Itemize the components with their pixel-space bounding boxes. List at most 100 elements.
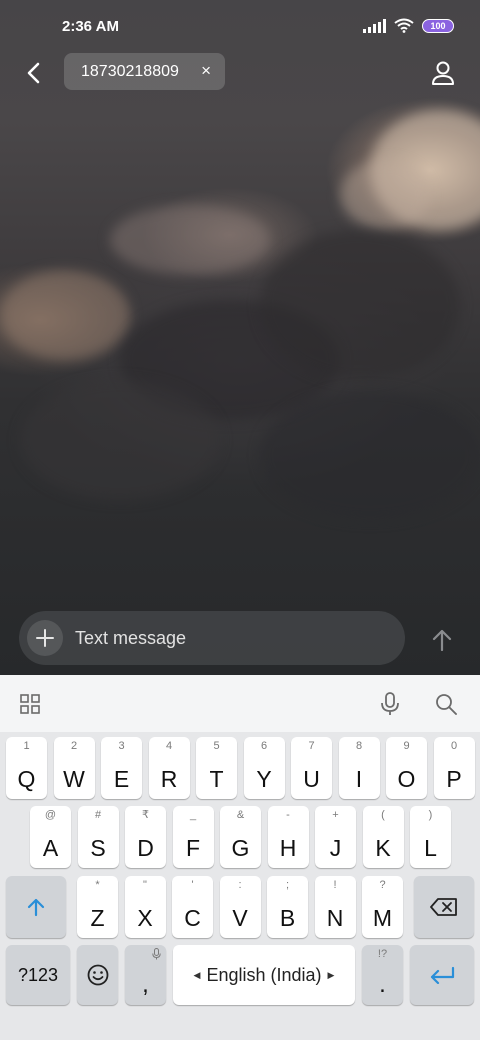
microphone-icon [381,692,399,715]
period-key[interactable]: !? . [362,945,403,1005]
period-key-hint: !? [377,948,388,960]
back-button[interactable] [16,56,50,90]
key-hint: ! [333,879,337,891]
key-v[interactable]: :V [219,876,261,938]
battery-icon: 100 [422,18,454,33]
comma-key-label: , [142,971,149,998]
signal-icon [363,18,386,33]
grid-icon [20,694,40,714]
key-hint: + [332,809,339,821]
key-hint: ) [428,809,433,821]
symbols-key-label: ?123 [17,964,59,985]
key-hint: - [286,809,290,821]
key-label: B [279,905,296,931]
keyboard: 1 Q 2 W 3 E 4 R 5 T 6 Y 7 U 8 I 9 O 0 P @ A # S ₹ D _ F & G - H + J(K) L * Z… [0,675,480,1040]
key-label: A [42,835,59,861]
key-label: H [279,835,297,861]
key-a[interactable]: @ A [30,806,71,868]
attach-button[interactable] [27,620,63,656]
key-label: W [63,766,85,792]
key-o[interactable]: 9O [386,737,427,799]
key-label: D [137,835,154,861]
key-l[interactable]: ) L [410,806,451,868]
key-hint: ? [379,879,386,891]
key-label: X [137,905,153,931]
contact-button[interactable] [426,56,460,90]
key-g[interactable]: & G [220,806,261,868]
key-label: G [231,835,250,861]
battery-level: 100 [430,20,446,31]
key-label: C [184,905,201,931]
key-e[interactable]: 3E [101,737,142,799]
key-hint: : [238,879,242,891]
keyboard-toolbar [0,675,480,732]
language-left-icon: ◀ [193,969,201,980]
wifi-icon [394,18,414,33]
key-s[interactable]: # S [77,806,119,868]
backspace-key[interactable] [414,876,474,938]
keyboard-menu-button[interactable] [15,689,45,719]
key-n[interactable]: ! N [314,876,356,938]
send-button[interactable] [424,622,460,658]
key-f[interactable]: _ F [172,806,214,868]
status-bar: 2:36 AM 100 [0,0,480,56]
key-x[interactable]: " X [124,876,166,938]
key-t[interactable]: 5T [196,737,237,799]
key-j[interactable]: + J [315,806,356,868]
key-k[interactable]: (K [362,806,404,868]
key-y[interactable]: 6Y [243,737,285,799]
key-label: J [329,835,342,861]
recipient-chip[interactable]: 18730218809 × [64,53,225,90]
remove-recipient-button[interactable]: × [201,62,211,80]
chat-wallpaper [0,0,480,675]
key-c[interactable]: ' C [172,876,213,938]
key-hint: 3 [118,740,125,752]
key-label: K [375,835,391,861]
plus-icon [36,629,54,647]
chevron-left-icon [27,62,40,84]
space-key[interactable]: ◀ English (India) ▶ [173,945,355,1005]
key-hint: " [143,879,147,891]
compose-bar [19,611,405,665]
language-right-icon: ▶ [327,969,335,980]
status-icons: 100 [363,18,454,33]
key-w[interactable]: 2W [53,737,95,799]
key-q[interactable]: 1Q [6,737,47,799]
key-r[interactable]: 4R [148,737,190,799]
key-i[interactable]: 8I [338,737,380,799]
key-hint: 1 [23,740,30,752]
keyboard-search-button[interactable] [431,689,461,719]
comma-key[interactable]: , [125,945,166,1005]
shift-key[interactable] [6,876,66,938]
message-input[interactable] [75,611,395,665]
key-d[interactable]: ₹ D [125,806,166,868]
key-m[interactable]: ? M [362,876,403,938]
key-hint: 6 [260,740,268,752]
key-b[interactable]: ; B [267,876,308,938]
enter-key[interactable] [410,945,474,1005]
arrow-up-icon [432,629,452,651]
key-p[interactable]: 0P [433,737,475,799]
key-z[interactable]: * Z [77,876,118,938]
key-hint: _ [189,809,197,821]
key-label: S [90,835,106,861]
key-u[interactable]: 7U [291,737,332,799]
shift-arrow-icon [27,898,45,917]
key-hint: ; [285,879,290,891]
key-label: T [209,766,224,792]
key-hint: 0 [450,740,458,752]
status-time: 2:36 AM [62,18,119,35]
key-hint: ( [381,809,385,821]
backspace-icon [430,898,457,916]
key-label: P [446,766,462,792]
key-hint: 5 [213,740,220,752]
voice-input-button[interactable] [375,689,405,719]
messaging-screen: 2:36 AM 100 18730218809 × Text message 1… [0,0,480,1040]
key-label: F [185,835,201,861]
key-h[interactable]: -H [267,806,309,868]
key-label: O [397,766,416,792]
symbols-key[interactable]: ?123 [6,945,70,1005]
key-label: R [160,766,178,792]
emoji-key[interactable] [77,945,118,1005]
key-label: L [424,835,437,861]
